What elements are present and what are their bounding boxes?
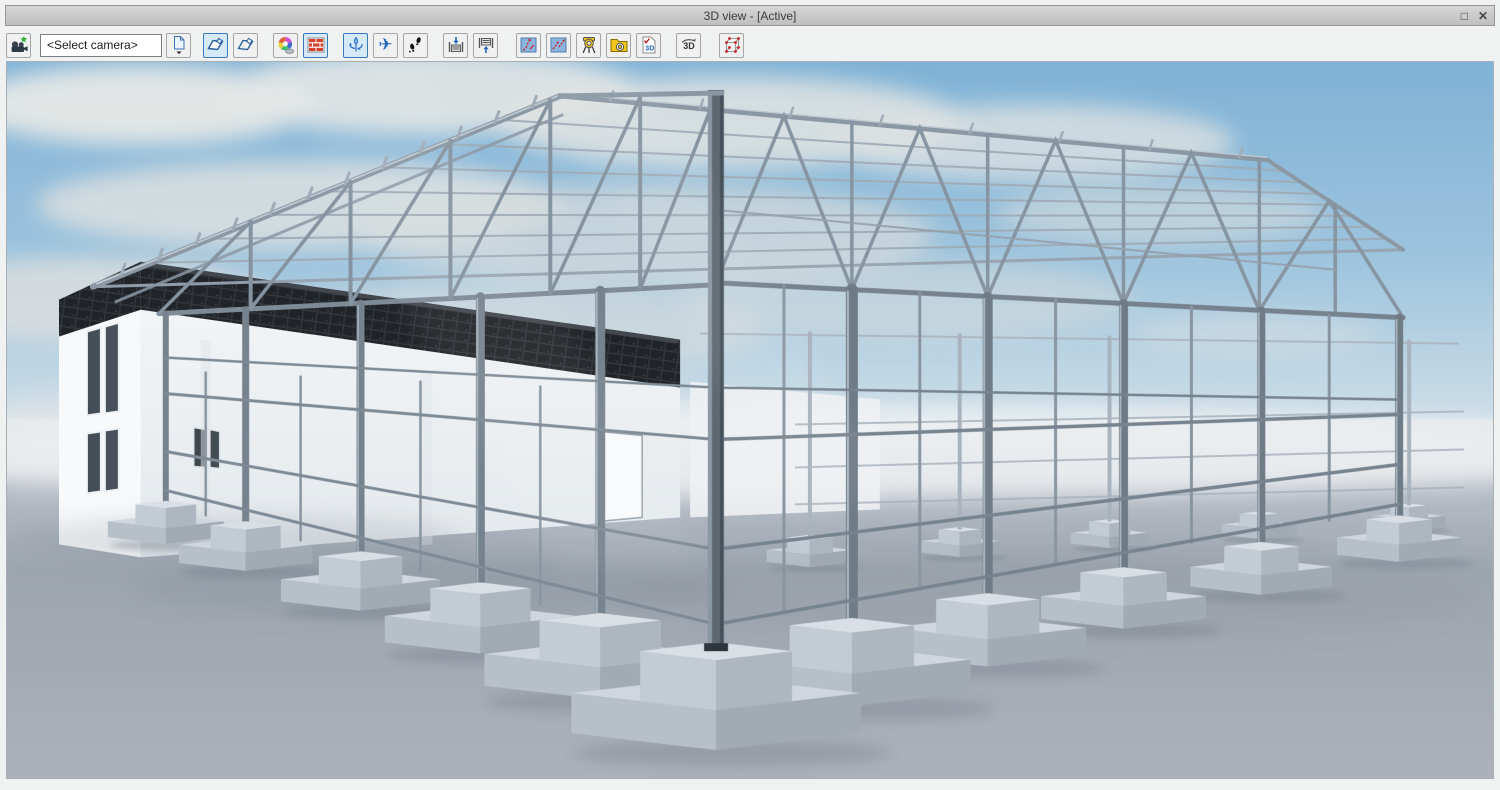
box-outline-edit-icon: [236, 35, 256, 55]
view-toolbar: <Select camera>: [6, 31, 1494, 59]
window-title: 3D view - [Active]: [704, 9, 797, 23]
textures-button[interactable]: [303, 33, 328, 58]
footsteps-icon: [406, 35, 426, 55]
play-flight-path-button[interactable]: [546, 33, 571, 58]
folder-camera-icon: [609, 35, 629, 55]
wireframe-view-button[interactable]: [233, 33, 258, 58]
walk-mode-button[interactable]: [403, 33, 428, 58]
press-up-icon: [476, 35, 496, 55]
airplane-icon: ✈: [378, 36, 392, 53]
page-dropdown-icon: [169, 35, 189, 55]
orbit-pin-icon: [346, 35, 366, 55]
render-options-button[interactable]: [273, 33, 298, 58]
camera-tripod-button[interactable]: [576, 33, 601, 58]
app-window: { "window": { "title": "3D view - [Activ…: [0, 0, 1500, 790]
create-camera-button[interactable]: [6, 33, 31, 58]
path-arrows-icon: [549, 35, 569, 55]
tripod-camera-icon: [579, 35, 599, 55]
viewport-3d-scene: [7, 62, 1493, 778]
record-flight-path-button[interactable]: [516, 33, 541, 58]
title-bar[interactable]: 3D view - [Active] □ ✕: [5, 5, 1495, 26]
color-sphere-icon: [276, 35, 296, 55]
path-arrow-up-icon: [519, 35, 539, 55]
document-3d-icon: 3D: [639, 35, 659, 55]
bricks-icon: [306, 35, 326, 55]
camera-press-down-button[interactable]: [443, 33, 468, 58]
svg-text:3D: 3D: [645, 46, 654, 53]
rotate-3d-view-button[interactable]: 3D: [676, 33, 701, 58]
snapshot-button[interactable]: [606, 33, 631, 58]
camera-select[interactable]: <Select camera>: [40, 34, 162, 57]
svg-text:3D: 3D: [683, 41, 695, 51]
camera-select-value: <Select camera>: [47, 38, 138, 52]
viewport-3d[interactable]: [6, 61, 1494, 779]
camera-preset-dropdown-button[interactable]: [166, 33, 191, 58]
box-edit-icon: [206, 35, 226, 55]
lattice-icon: [722, 35, 742, 55]
orbit-mode-button[interactable]: [343, 33, 368, 58]
rendered-view-button[interactable]: [203, 33, 228, 58]
camera-press-up-button[interactable]: [473, 33, 498, 58]
movie-camera-plus-icon: [9, 35, 29, 55]
restore-button[interactable]: □: [1461, 10, 1468, 22]
press-down-icon: [446, 35, 466, 55]
close-button[interactable]: ✕: [1478, 10, 1488, 22]
fly-mode-button[interactable]: ✈: [373, 33, 398, 58]
window-controls: □ ✕: [1461, 6, 1488, 25]
rotate-3d-icon: 3D: [679, 35, 699, 55]
work-area-grid-button[interactable]: [719, 33, 744, 58]
export-3d-button[interactable]: 3D: [636, 33, 661, 58]
